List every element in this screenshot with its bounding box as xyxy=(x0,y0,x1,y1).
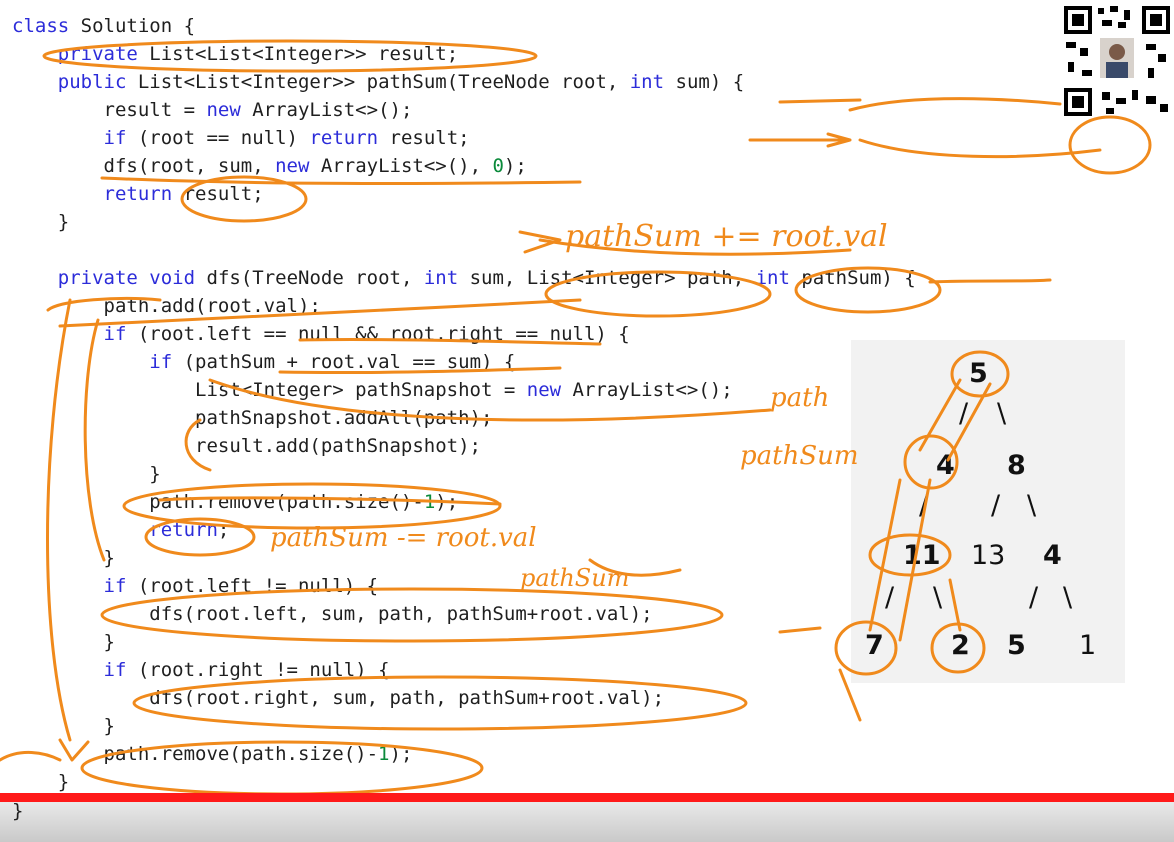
tree-edge: \ xyxy=(1063,582,1073,613)
code-line: result = new ArrayList<>(); xyxy=(12,99,413,121)
code-line: } xyxy=(12,715,115,737)
video-control-bar xyxy=(0,802,1174,842)
code-line: } xyxy=(12,463,161,485)
qr-code xyxy=(1062,4,1172,118)
code-token: private xyxy=(57,43,138,65)
code-line: } xyxy=(12,631,115,653)
tree-node: 8 xyxy=(1007,450,1026,481)
code-line: } xyxy=(12,211,70,233)
code-line: return; xyxy=(149,519,230,541)
tree-node: 4 xyxy=(936,450,955,481)
code-token: if xyxy=(103,659,127,681)
tree-edge: \ xyxy=(1027,490,1037,521)
code-token: new xyxy=(206,99,241,121)
code-line: path.remove(path.size()-1); xyxy=(12,743,413,765)
code-line: } xyxy=(12,547,115,569)
code-line: } xyxy=(12,800,24,822)
tree-edge: / xyxy=(885,582,895,613)
tree-node: 1 xyxy=(1079,630,1097,661)
tree-edge: / xyxy=(919,490,929,521)
binary-tree-diagram: 5 / \ 4 8 / / \ 11 13 4 / \ / \ 7 2 5 1 xyxy=(851,340,1125,683)
code-token: if xyxy=(149,351,173,373)
code-line: path.remove(path.size()-1); xyxy=(12,491,459,513)
code-token: 0 xyxy=(492,155,504,177)
code-token: void xyxy=(149,267,196,289)
code-token: new xyxy=(526,379,562,401)
tree-node: 5 xyxy=(969,358,988,389)
code-line: result.add(pathSnapshot); xyxy=(12,435,481,457)
code-token: return xyxy=(149,519,218,541)
code-token: public xyxy=(57,71,127,93)
code-line: pathSnapshot.addAll(path); xyxy=(12,407,493,429)
code-token: private xyxy=(57,267,138,289)
code-token: int xyxy=(629,71,665,93)
code-line: class Solution { xyxy=(12,15,196,37)
code-token: if xyxy=(103,323,127,345)
tree-node: 4 xyxy=(1043,540,1062,571)
code-line: if (root.left == null && root.right == n… xyxy=(103,323,630,345)
code-token: 1 xyxy=(423,491,436,513)
code-token: new xyxy=(275,155,310,177)
code-token: int xyxy=(755,267,790,289)
code-line: if (pathSum + root.val == sum) { xyxy=(149,351,516,373)
code-line: private void dfs(TreeNode root, int sum,… xyxy=(57,267,916,289)
tree-edge: / xyxy=(991,490,1001,521)
tree-node: 5 xyxy=(1007,630,1026,661)
code-line: if (root == null) return result; xyxy=(103,127,470,149)
code-line: dfs(root, sum, new ArrayList<>(), 0); xyxy=(12,155,527,177)
code-line: } xyxy=(12,771,70,793)
code-line: List<Integer> pathSnapshot = new ArrayLi… xyxy=(12,379,733,401)
video-progress-bar[interactable] xyxy=(0,793,1174,802)
tree-node: 7 xyxy=(865,630,884,661)
qr-code-image xyxy=(1062,4,1172,118)
code-line: private List<List<Integer>> result; xyxy=(57,43,459,65)
tree-edge: \ xyxy=(997,398,1007,429)
tree-edge: / xyxy=(959,398,969,429)
tree-edge: / xyxy=(1029,582,1039,613)
code-token: if xyxy=(103,127,127,149)
tree-node: 11 xyxy=(903,540,941,571)
tree-node: 13 xyxy=(971,540,1006,571)
code-token: if xyxy=(103,575,127,597)
code-line: if (root.right != null) { xyxy=(103,659,390,681)
tree-node: 2 xyxy=(951,630,970,661)
code-line: dfs(root.left, sum, path, pathSum+root.v… xyxy=(12,603,653,625)
code-token: return xyxy=(103,183,173,205)
code-token: class xyxy=(12,15,70,37)
code-token: 1 xyxy=(378,743,390,765)
code-line: public List<List<Integer>> pathSum(TreeN… xyxy=(57,71,745,93)
tree-edge: \ xyxy=(933,582,943,613)
code-line: dfs(root.right, sum, path, pathSum+root.… xyxy=(12,687,665,709)
code-token: int xyxy=(423,267,459,289)
code-line: path.add(root.val); xyxy=(12,295,321,317)
code-line: if (root.left != null) { xyxy=(103,575,379,597)
code-token: return xyxy=(309,127,379,149)
code-line: return result; xyxy=(103,183,264,205)
